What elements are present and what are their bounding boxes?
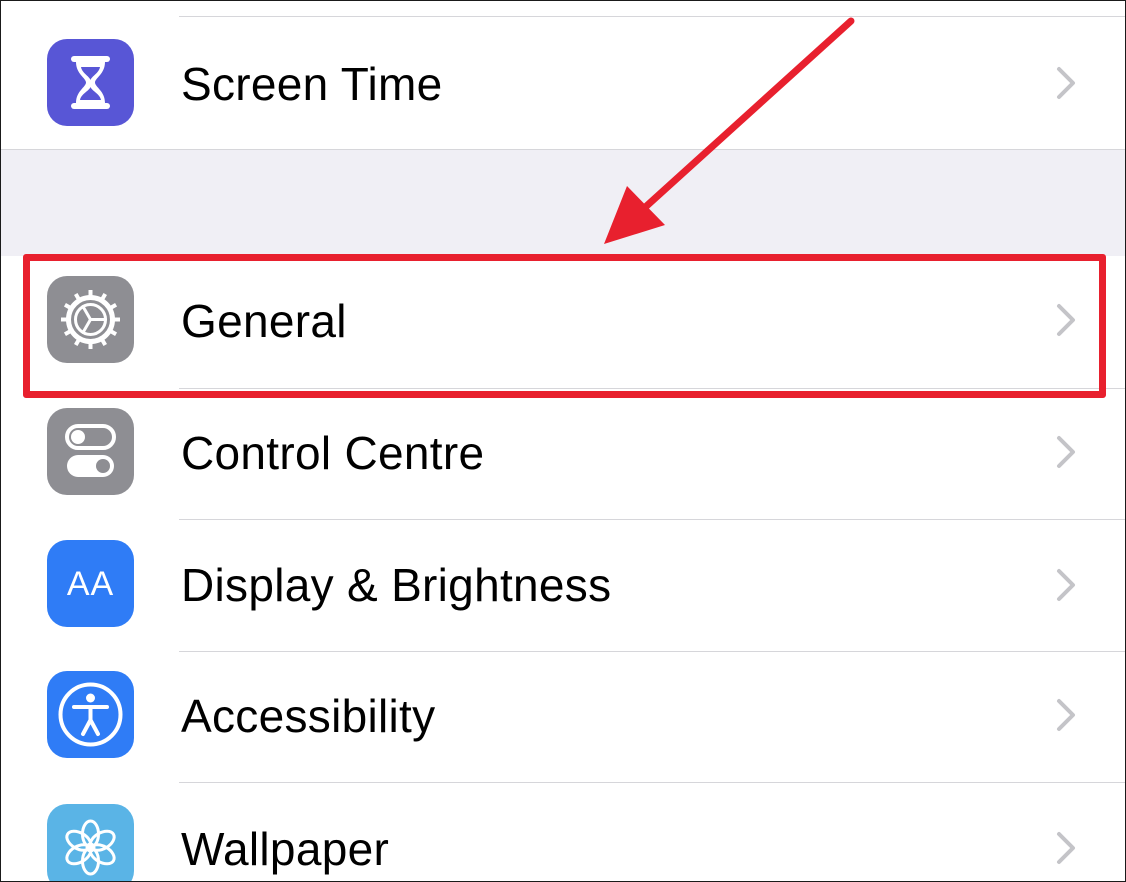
- settings-row-label: Accessibility: [181, 690, 436, 742]
- settings-row-display-brightness[interactable]: AA Display & Brightness: [1, 520, 1125, 652]
- chevron-right-icon: [1057, 699, 1075, 731]
- chevron-right-icon: [1057, 67, 1075, 99]
- settings-row-label: Control Centre: [181, 427, 485, 479]
- toggles-icon: [47, 408, 134, 495]
- chevron-right-icon: [1057, 832, 1075, 864]
- settings-row-label: General: [181, 295, 347, 347]
- settings-row-wallpaper[interactable]: Wallpaper: [1, 783, 1125, 881]
- text-size-glyph: AA: [66, 564, 115, 603]
- chevron-right-icon: [1057, 304, 1075, 336]
- chevron-right-icon: [1057, 436, 1075, 468]
- settings-row-general[interactable]: General: [1, 256, 1125, 388]
- settings-row-control-centre[interactable]: Control Centre: [1, 389, 1125, 521]
- chevron-right-icon: [1057, 569, 1075, 601]
- text-size-icon: AA: [47, 540, 134, 627]
- settings-screen: Screen Time General Control Centre AA Di…: [0, 0, 1126, 882]
- settings-row-label: Wallpaper: [181, 823, 390, 875]
- settings-row-accessibility[interactable]: Accessibility: [1, 652, 1125, 784]
- section-gap: [1, 149, 1125, 257]
- accessibility-icon: [47, 671, 134, 758]
- gear-icon: [47, 276, 134, 363]
- settings-row-label: Display & Brightness: [181, 559, 612, 611]
- flower-icon: [47, 804, 134, 881]
- settings-row-screen-time[interactable]: Screen Time: [1, 17, 1125, 149]
- hourglass-icon: [47, 39, 134, 126]
- settings-row-label: Screen Time: [181, 58, 443, 110]
